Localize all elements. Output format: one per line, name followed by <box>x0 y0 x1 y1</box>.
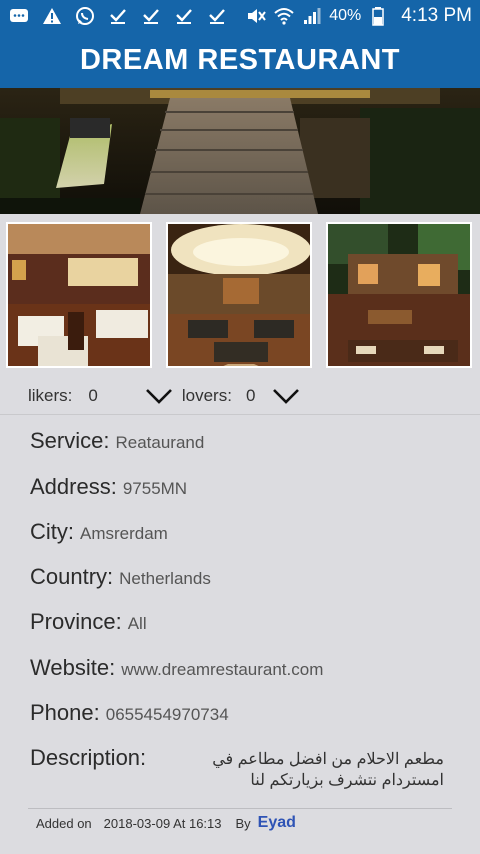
check-icon <box>206 5 228 27</box>
phone-row: Phone: 0655454970734 <box>30 700 229 726</box>
province-value: All <box>127 614 147 633</box>
messages-icon <box>8 5 30 27</box>
mute-icon <box>245 5 267 27</box>
website-link[interactable]: www.dreamrestaurant.com <box>121 660 323 680</box>
lovers-count: 0 <box>245 386 256 405</box>
country-value: Netherlands <box>119 569 211 588</box>
clock: 4:13 PM <box>401 5 472 26</box>
status-bar: 40% 4:13 PM <box>0 0 480 32</box>
address-value: 9755MN <box>122 479 188 498</box>
check-icon <box>173 5 195 27</box>
city-label: City: <box>30 519 74 544</box>
address-row: Address: 9755MN <box>30 474 187 500</box>
service-value: Reataurand <box>115 433 205 452</box>
reactions-bar: likers: 0 lovers: 0 <box>0 378 480 414</box>
province-label: Province: <box>30 609 122 634</box>
wifi-icon <box>273 5 295 27</box>
country-row: Country: Netherlands <box>30 564 211 590</box>
gallery-photo-1[interactable] <box>6 222 152 368</box>
service-row: Service: Reataurand <box>30 428 204 454</box>
divider <box>0 414 480 415</box>
notification-icons <box>8 5 228 27</box>
page-title: DREAM RESTAURANT <box>79 43 400 76</box>
whatsapp-icon <box>74 5 96 27</box>
likers-count: 0 <box>88 386 98 405</box>
author-link[interactable]: Eyad <box>258 814 296 832</box>
divider <box>28 808 452 809</box>
added-on-label: Added on <box>36 815 92 831</box>
city-row: City: Amsrerdam <box>30 519 168 545</box>
phone-value[interactable]: 0655454970734 <box>106 705 229 725</box>
check-icon <box>107 5 129 27</box>
city-value: Amsrerdam <box>80 524 168 543</box>
post-meta: Added on 2018-03-09 At 16:13 By Eyad <box>36 814 296 832</box>
website-row: Website: www.dreamrestaurant.com <box>30 655 323 681</box>
province-row: Province: All <box>30 609 147 635</box>
warning-icon <box>41 5 63 27</box>
description-value: مطعم الاحلام من افضل مطاعم في امستردام ن… <box>212 751 444 789</box>
service-label: Service: <box>30 428 110 453</box>
chevron-down-icon[interactable] <box>271 386 301 406</box>
gallery-photo-3[interactable] <box>326 222 472 368</box>
website-label: Website: <box>30 655 116 680</box>
battery-icon <box>367 5 389 27</box>
added-on-date: 2018-03-09 At 16:13 <box>103 815 222 831</box>
country-label: Country: <box>30 564 114 589</box>
likers-label: likers: <box>28 386 73 405</box>
phone-label: Phone: <box>30 700 100 725</box>
check-icon <box>140 5 162 27</box>
gallery-photo-2[interactable] <box>166 222 312 368</box>
photo-gallery <box>0 214 480 376</box>
address-label: Address: <box>30 474 117 499</box>
hero-image <box>0 88 480 214</box>
lovers-label: lovers: <box>181 386 232 405</box>
description-row: Description: <box>30 745 146 771</box>
signal-icon <box>301 5 323 27</box>
app-bar: DREAM RESTAURANT <box>0 32 480 88</box>
by-label: By <box>235 815 251 831</box>
chevron-down-icon[interactable] <box>144 386 174 406</box>
battery-percent: 40% <box>329 7 362 24</box>
description-label: Description: <box>30 745 147 770</box>
